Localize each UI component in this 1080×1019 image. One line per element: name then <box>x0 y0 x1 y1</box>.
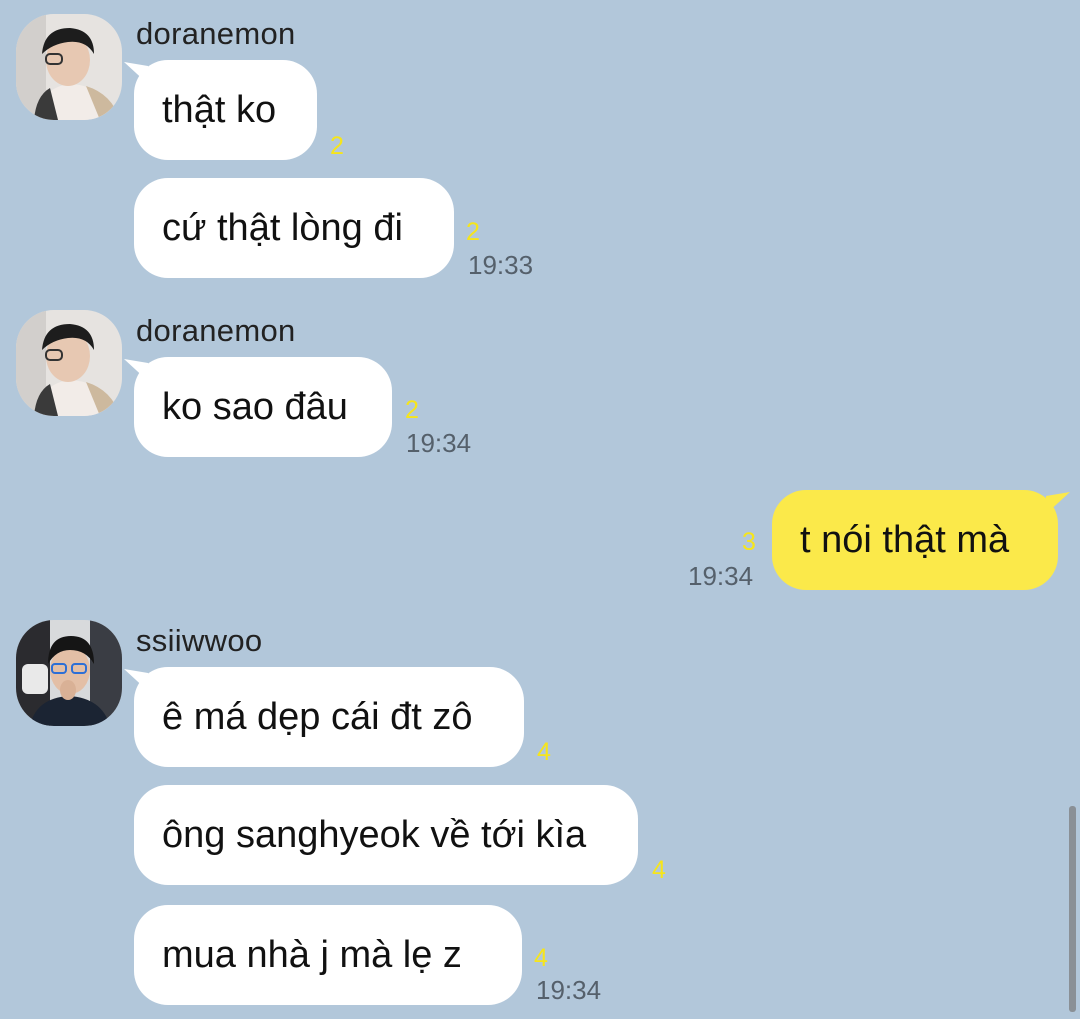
message-timestamp: 19:34 <box>688 561 754 591</box>
unread-count: 2 <box>330 132 344 160</box>
message-bubble[interactable]: thật ko <box>134 60 317 160</box>
sender-name: doranemon <box>136 16 296 51</box>
unread-count: 2 <box>466 218 480 246</box>
message-text: cứ thật lòng đi <box>162 206 403 249</box>
avatar-doranemon[interactable] <box>16 310 122 416</box>
message-bubble[interactable]: ông sanghyeok về tới kìa <box>134 785 638 885</box>
message-timestamp: 19:33 <box>468 250 534 280</box>
unread-count: 3 <box>742 528 756 556</box>
unread-count: 4 <box>534 944 548 972</box>
message-text: ê má dẹp cái đt zô <box>162 695 473 738</box>
message-text: mua nhà j mà lẹ z <box>162 933 462 976</box>
message-text: t nói thật mà <box>800 518 1010 561</box>
message-bubble-outgoing[interactable]: t nói thật mà <box>772 490 1058 590</box>
unread-count: 4 <box>537 738 551 766</box>
unread-count: 2 <box>405 396 419 424</box>
avatar-doranemon[interactable] <box>16 14 122 120</box>
unread-count: 4 <box>652 856 666 884</box>
sender-name: doranemon <box>136 313 296 348</box>
message-bubble[interactable]: mua nhà j mà lẹ z <box>134 905 522 1005</box>
avatar-image <box>16 620 122 726</box>
message-text: thật ko <box>162 88 277 131</box>
avatar-image <box>16 14 122 120</box>
message-timestamp: 19:34 <box>406 428 472 458</box>
avatar-image <box>16 310 122 416</box>
message-text: ông sanghyeok về tới kìa <box>162 813 587 856</box>
message-bubble[interactable]: ê má dẹp cái đt zô <box>134 667 524 767</box>
message-text: ko sao đâu <box>162 385 348 428</box>
sender-name: ssiiwwoo <box>136 623 263 658</box>
avatar-ssiiwwoo[interactable] <box>16 620 122 726</box>
bubble-tail <box>1046 492 1070 514</box>
message-timestamp: 19:34 <box>536 975 602 1005</box>
message-bubble[interactable]: cứ thật lòng đi <box>134 178 454 278</box>
message-bubble[interactable]: ko sao đâu <box>134 357 392 457</box>
scrollbar-thumb[interactable] <box>1069 806 1076 1012</box>
